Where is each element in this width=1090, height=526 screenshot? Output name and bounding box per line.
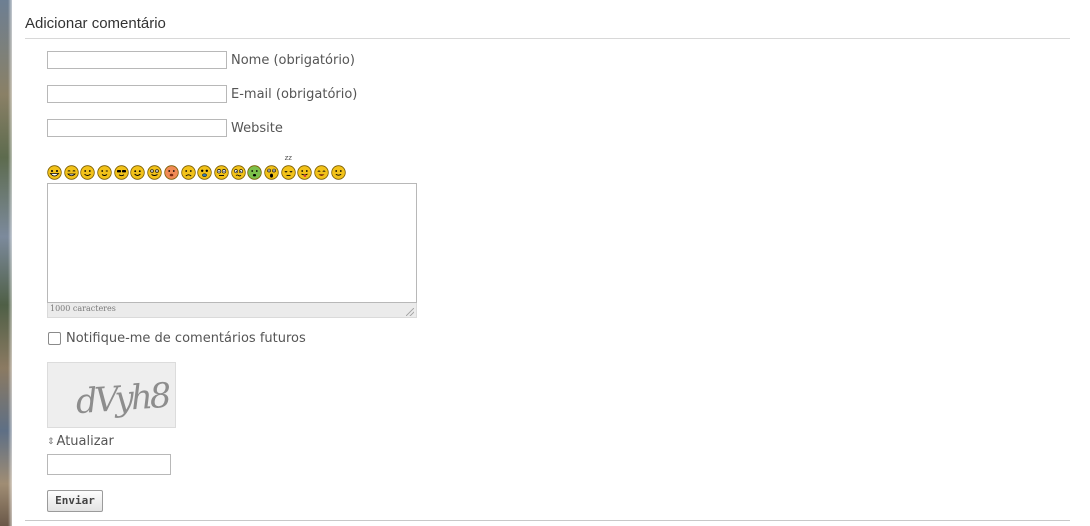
website-row: Website [47,118,283,138]
sleepy-smiley-icon[interactable]: zz [280,154,296,180]
name-input[interactable] [47,51,227,69]
name-row: Nome (obrigatório) [47,50,355,70]
website-input[interactable] [47,119,227,137]
neutral-smiley-icon[interactable] [330,165,346,180]
resize-grip-icon[interactable] [406,308,414,316]
silly-smiley-icon[interactable] [147,165,162,180]
tongue-smiley-icon[interactable] [297,165,313,180]
background-photo-edge [0,0,12,526]
section-title: Adicionar comentário [25,15,166,32]
char-counter-bar: 1000 caracteres [47,303,417,318]
title-divider [25,38,1070,39]
captcha-text: dVyh8 [74,376,172,423]
blush-smiley-icon[interactable] [164,165,179,180]
email-label: E-mail (obrigatório) [231,86,358,102]
smile-smiley-icon[interactable] [80,165,96,180]
happy-smiley-icon[interactable] [130,165,146,180]
email-input[interactable] [47,85,227,103]
submit-button[interactable]: Enviar [47,490,103,512]
glasses-smiley-icon[interactable] [214,165,229,180]
sick-smiley-icon[interactable] [247,165,262,180]
confused-smiley-icon[interactable] [230,165,246,180]
refresh-label: Atualizar [56,434,114,449]
bottom-divider [25,520,1070,521]
notify-checkbox[interactable] [48,332,61,345]
email-row: E-mail (obrigatório) [47,84,357,104]
big-smile-smiley-icon[interactable] [63,165,79,180]
captcha-input[interactable] [47,454,171,475]
shocked-smiley-icon[interactable] [264,165,279,180]
comment-textarea[interactable] [47,183,417,303]
captcha-image: dVyh8 [47,362,176,428]
laugh-smiley-icon[interactable] [314,165,329,180]
notify-row: Notifique-me de comentários futuros [47,331,306,346]
website-label: Website [231,120,283,136]
grin-smiley-icon[interactable] [47,165,62,180]
notify-label: Notifique-me de comentários futuros [66,331,306,346]
wink-smiley-icon[interactable] [97,165,112,180]
smiley-toolbar: zz [47,154,347,180]
surprised-smiley-icon[interactable] [197,165,212,180]
captcha-text-graphic: dVyh8 [74,376,172,423]
cool-smiley-icon[interactable] [114,165,129,180]
name-label: Nome (obrigatório) [231,52,355,68]
char-counter: 1000 caracteres [50,304,116,313]
sad-smiley-icon[interactable] [180,165,196,180]
captcha-refresh[interactable]: ⇕ Atualizar [47,434,114,449]
refresh-arrows-icon: ⇕ [47,436,55,447]
